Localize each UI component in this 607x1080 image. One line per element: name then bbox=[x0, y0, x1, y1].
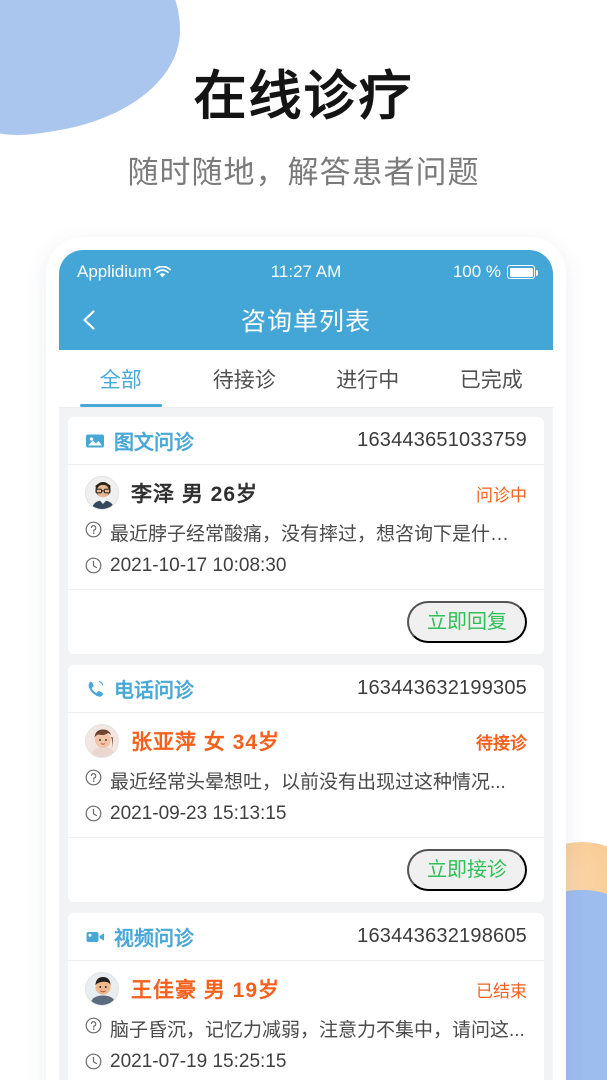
tab-pending-label: 待接诊 bbox=[212, 368, 276, 392]
question-row: 最近脖子经常酸痛，没有摔过，想咨询下是什… bbox=[85, 519, 527, 546]
card-type-label: 图文问诊 bbox=[114, 432, 194, 454]
nav-bar: 咨询单列表 bbox=[59, 290, 553, 350]
patient-row: 张亚萍 女 34岁 待接诊 bbox=[85, 724, 527, 758]
card-type: 视频问诊 bbox=[85, 922, 194, 951]
card-type-label: 电话问诊 bbox=[114, 680, 194, 702]
status-bar: Applidium 11:27 AM 100 % bbox=[59, 250, 553, 290]
patient-row: 李泽 男 26岁 问诊中 bbox=[85, 476, 527, 510]
question-row: 最近经常头晕想吐，以前没有出现过这种情况... bbox=[85, 767, 527, 794]
tab-all-label: 全部 bbox=[99, 368, 142, 392]
card-type: 电话问诊 bbox=[85, 674, 194, 703]
question-text: 最近脖子经常酸痛，没有摔过，想咨询下是什… bbox=[110, 524, 510, 545]
avatar bbox=[85, 476, 119, 510]
page-subtitle: 随时随地，解答患者问题 bbox=[127, 154, 480, 190]
clock-icon bbox=[85, 805, 102, 822]
status-bar-clock: 11:27 AM bbox=[270, 262, 342, 281]
order-id: 163443632199305 bbox=[357, 677, 527, 699]
card-header: 图文问诊 163443651033759 bbox=[68, 417, 544, 465]
order-id: 163443651033759 bbox=[357, 429, 527, 451]
time-text: 2021-07-19 15:25:15 bbox=[110, 1051, 287, 1072]
patient-name: 王佳豪 男 19岁 bbox=[131, 979, 281, 1002]
question-text: 脑子昏沉，记忆力减弱，注意力不集中，请问这... bbox=[110, 1020, 525, 1041]
consultation-card[interactable]: 电话问诊 163443632199305 张亚萍 女 34岁 待接诊 最近经常头… bbox=[68, 665, 544, 902]
carrier-label: Applidium bbox=[77, 262, 152, 281]
battery-percent-label: 100 % bbox=[452, 262, 502, 281]
consultation-list[interactable]: 图文问诊 163443651033759 李泽 男 26岁 问诊中 最近脖子经常… bbox=[59, 408, 553, 1080]
card-footer: 立即回复 bbox=[68, 589, 544, 654]
avatar bbox=[85, 724, 119, 758]
status-bar-right: 100 % bbox=[341, 262, 539, 282]
question-circle-icon bbox=[85, 521, 102, 538]
page-title: 在线诊疗 bbox=[193, 67, 414, 126]
consultation-card[interactable]: 图文问诊 163443651033759 李泽 男 26岁 问诊中 最近脖子经常… bbox=[68, 417, 544, 654]
wifi-icon bbox=[153, 265, 171, 279]
question-circle-icon bbox=[85, 769, 102, 786]
reply-now-button[interactable]: 立即回复 bbox=[407, 601, 527, 643]
patient-name: 张亚萍 女 34岁 bbox=[131, 731, 281, 754]
tab-pending[interactable]: 待接诊 bbox=[183, 350, 307, 407]
status-badge: 已结束 bbox=[476, 981, 527, 1001]
card-body: 王佳豪 男 19岁 已结束 脑子昏沉，记忆力减弱，注意力不集中，请问这... 2… bbox=[68, 961, 544, 1080]
clock-icon bbox=[85, 557, 102, 574]
accept-now-button[interactable]: 立即接诊 bbox=[407, 849, 527, 891]
video-icon bbox=[85, 927, 105, 947]
nav-title: 咨询单列表 bbox=[240, 308, 371, 336]
clock-icon bbox=[85, 1053, 102, 1070]
card-type-label: 视频问诊 bbox=[114, 928, 194, 950]
tab-completed[interactable]: 已完成 bbox=[430, 350, 554, 407]
phone-icon bbox=[85, 679, 105, 699]
card-type: 图文问诊 bbox=[85, 426, 194, 455]
battery-full-icon bbox=[507, 265, 539, 279]
avatar bbox=[85, 972, 119, 1006]
phone-mockup: Applidium 11:27 AM 100 % 咨询单列表 全部 待接诊 进行… bbox=[52, 243, 560, 1080]
status-badge: 问诊中 bbox=[476, 485, 527, 505]
card-footer: 立即接诊 bbox=[68, 837, 544, 902]
patient-row: 王佳豪 男 19岁 已结束 bbox=[85, 972, 527, 1006]
card-header: 电话问诊 163443632199305 bbox=[68, 665, 544, 713]
time-row: 2021-07-19 15:25:15 bbox=[85, 1051, 527, 1073]
patient-name: 李泽 男 26岁 bbox=[131, 483, 259, 506]
card-body: 李泽 男 26岁 问诊中 最近脖子经常酸痛，没有摔过，想咨询下是什… 2021-… bbox=[68, 465, 544, 589]
time-text: 2021-09-23 15:13:15 bbox=[110, 803, 287, 824]
status-badge: 待接诊 bbox=[476, 733, 527, 753]
question-circle-icon bbox=[85, 1017, 102, 1034]
hero-section: 在线诊疗 随时随地，解答患者问题 bbox=[0, 66, 607, 192]
chevron-left-icon[interactable] bbox=[77, 307, 103, 333]
order-id: 163443632198605 bbox=[357, 925, 527, 947]
card-body: 张亚萍 女 34岁 待接诊 最近经常头晕想吐，以前没有出现过这种情况... 20… bbox=[68, 713, 544, 837]
consultation-card[interactable]: 视频问诊 163443632198605 王佳豪 男 19岁 已结束 脑子昏沉，… bbox=[68, 913, 544, 1080]
image-icon bbox=[85, 431, 105, 451]
phone-screen: Applidium 11:27 AM 100 % 咨询单列表 全部 待接诊 进行… bbox=[59, 250, 553, 1080]
tab-bar: 全部 待接诊 进行中 已完成 bbox=[59, 350, 553, 408]
tab-all[interactable]: 全部 bbox=[59, 350, 183, 407]
time-row: 2021-10-17 10:08:30 bbox=[85, 555, 527, 577]
time-row: 2021-09-23 15:13:15 bbox=[85, 803, 527, 825]
question-text: 最近经常头晕想吐，以前没有出现过这种情况... bbox=[110, 772, 506, 793]
tab-in-progress-label: 进行中 bbox=[336, 368, 400, 392]
card-header: 视频问诊 163443632198605 bbox=[68, 913, 544, 961]
status-bar-left: Applidium bbox=[77, 262, 271, 282]
tab-in-progress[interactable]: 进行中 bbox=[306, 350, 430, 407]
question-row: 脑子昏沉，记忆力减弱，注意力不集中，请问这... bbox=[85, 1015, 527, 1042]
time-text: 2021-10-17 10:08:30 bbox=[110, 555, 287, 576]
tab-completed-label: 已完成 bbox=[459, 368, 523, 392]
